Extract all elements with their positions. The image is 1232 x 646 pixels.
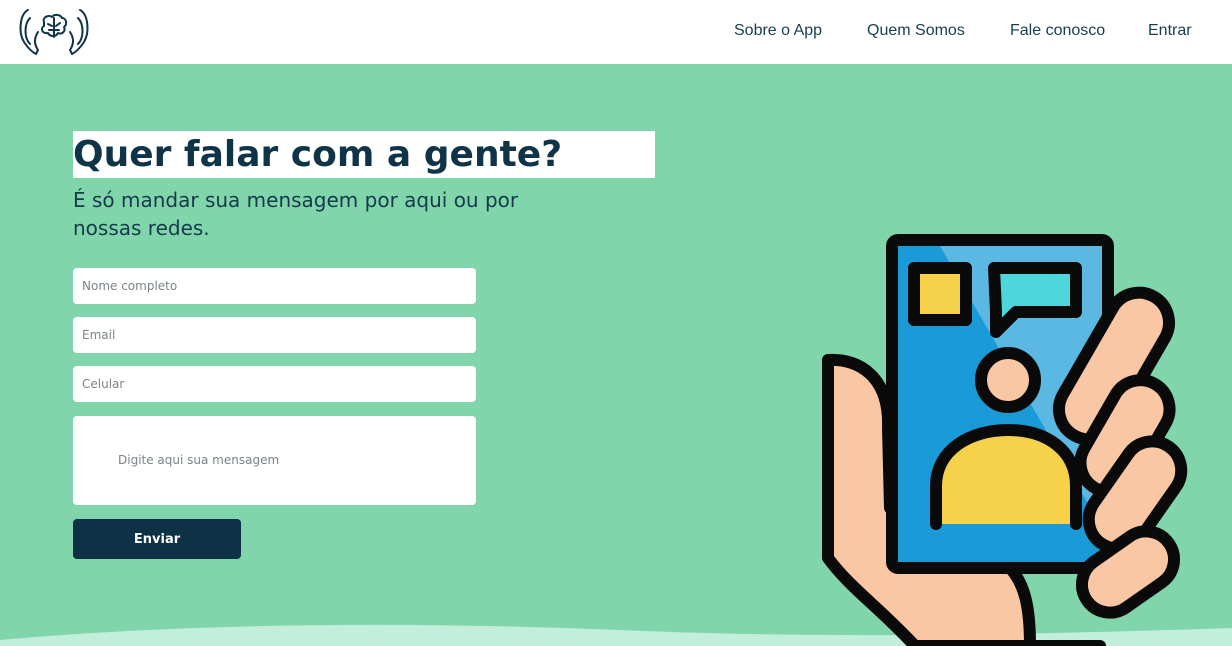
name-input[interactable] — [73, 268, 476, 304]
nav-link-fale-conosco[interactable]: Fale conosco — [1010, 22, 1105, 40]
brain-in-hands-logo-icon[interactable] — [16, 4, 92, 56]
nav-link-entrar[interactable]: Entrar — [1148, 22, 1192, 40]
hand-holding-phone-contact-icon — [822, 234, 1188, 646]
phone-input[interactable] — [73, 366, 476, 402]
message-textarea[interactable] — [73, 416, 476, 505]
nav-link-sobre-o-app[interactable]: Sobre o App — [734, 22, 822, 40]
send-button[interactable]: Enviar — [73, 519, 241, 559]
email-input[interactable] — [73, 317, 476, 353]
page-title: Quer falar com a gente? — [73, 134, 563, 175]
page-subtitle: É só mandar sua mensagem por aqui ou por… — [73, 188, 519, 240]
top-navigation-bar: Sobre o App Quem Somos Fale conosco Entr… — [0, 0, 1232, 64]
nav-link-quem-somos[interactable]: Quem Somos — [867, 22, 965, 40]
message-field-container — [73, 416, 476, 505]
